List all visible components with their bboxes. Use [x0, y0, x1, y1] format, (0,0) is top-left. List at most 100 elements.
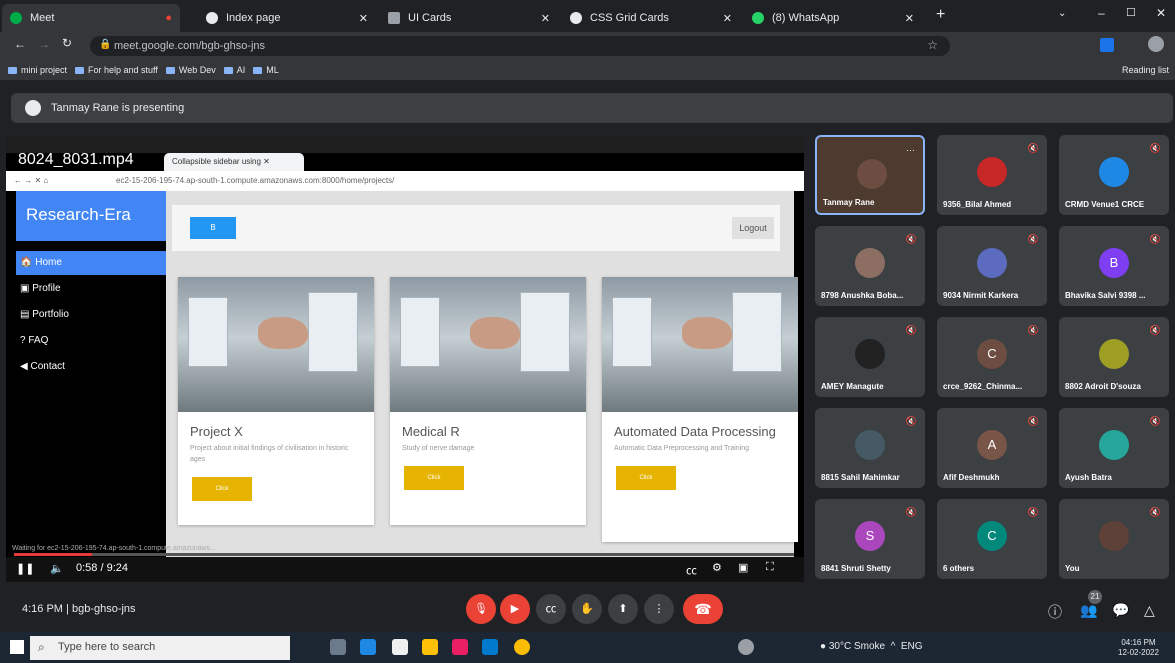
fullscreen-icon[interactable]: ⛶	[766, 561, 774, 574]
participant-tile[interactable]: S 🔇 8841 Shruti Shetty	[815, 499, 925, 579]
profile-avatar[interactable]	[1148, 36, 1164, 52]
meet-icon	[10, 12, 22, 24]
card-button[interactable]: Click	[616, 466, 676, 490]
avatar	[855, 430, 885, 460]
bookmark-ai[interactable]: AI	[223, 65, 245, 75]
participant-tile[interactable]: 🔇 8802 Adroit D'souza	[1059, 317, 1169, 397]
card-title: Project X	[190, 424, 243, 439]
nav-profile[interactable]: ▣ Profile	[16, 277, 166, 301]
tab-index-page[interactable]: Index page ✕	[198, 4, 376, 32]
minimize-button[interactable]: –	[1098, 6, 1105, 20]
captions-button[interactable]: ㏄	[536, 594, 566, 624]
taskbar-search[interactable]: ⌕ Type here to search	[30, 636, 290, 660]
captions-icon[interactable]: ㏄	[686, 562, 697, 578]
muted-mic-icon: 🔇	[1027, 416, 1039, 426]
muted-mic-icon: 🔇	[905, 416, 917, 426]
participant-tile[interactable]: B 🔇 Bhavika Salvi 9398 ...	[1059, 226, 1169, 306]
participant-tile[interactable]: 🔇 AMEY Managute	[815, 317, 925, 397]
nav-contact[interactable]: ◀ Contact	[16, 355, 166, 379]
present-button[interactable]: ⬆	[608, 594, 638, 624]
bookmark-mini-project[interactable]: mini project	[8, 65, 67, 75]
chat-icon[interactable]: 💬	[1112, 602, 1129, 619]
camera-off-button[interactable]: ▶	[500, 594, 530, 624]
extension-icon[interactable]	[1100, 38, 1114, 52]
vscode-icon[interactable]	[482, 639, 498, 655]
participant-tile[interactable]: 🔇 9034 Nirmit Karkera	[937, 226, 1047, 306]
nav-portfolio[interactable]: ▤ Portfolio	[16, 303, 166, 327]
participant-tile[interactable]: ⋯ Tanmay Rane	[815, 135, 925, 215]
participant-tile[interactable]: 🔇 Ayush Batra	[1059, 408, 1169, 488]
bookmark-web-dev[interactable]: Web Dev	[165, 65, 216, 75]
video-progress-played[interactable]	[14, 553, 92, 556]
project-card-1[interactable]: Project X Project about initial findings…	[178, 277, 374, 525]
app-icon[interactable]	[360, 639, 376, 655]
store-icon[interactable]	[392, 639, 408, 655]
activities-icon[interactable]: △	[1144, 602, 1155, 619]
card-button[interactable]: Click	[404, 466, 464, 490]
participant-tile[interactable]: C 🔇 crce_9262_Chinma...	[937, 317, 1047, 397]
info-icon[interactable]: ⓘ	[1048, 602, 1062, 622]
mic-off-button[interactable]: 🎙	[466, 594, 496, 624]
volume-icon[interactable]: 🔈	[50, 562, 64, 575]
close-icon[interactable]: ✕	[905, 12, 914, 25]
windows-start-icon[interactable]	[10, 640, 24, 654]
participant-tile[interactable]: 🔇 CRMD Venue1 CRCE	[1059, 135, 1169, 215]
folder-icon	[165, 66, 175, 74]
task-view-icon[interactable]	[330, 639, 346, 655]
globe-icon	[570, 12, 582, 24]
close-icon[interactable]: ✕	[359, 12, 368, 25]
app-icon[interactable]	[738, 639, 754, 655]
logout-button[interactable]: Logout	[732, 217, 774, 239]
chrome-icon[interactable]	[514, 639, 530, 655]
bookmark-help[interactable]: For help and stuff	[75, 65, 158, 75]
project-card-2[interactable]: Medical R Study of nerve damage Click	[390, 277, 586, 525]
new-tab-button[interactable]: +	[936, 6, 945, 24]
more-options-button[interactable]: ⋮	[644, 594, 674, 624]
card-title: Medical R	[402, 424, 460, 439]
tab-whatsapp[interactable]: (8) WhatsApp ✕	[744, 4, 922, 32]
end-call-button[interactable]: ☎	[683, 594, 723, 624]
tab-search-icon[interactable]: ⌄	[1058, 8, 1066, 19]
project-card-3[interactable]: Automated Data Processing Automatic Data…	[602, 277, 798, 542]
app-icon[interactable]	[452, 639, 468, 655]
close-window-button[interactable]: ✕	[1156, 6, 1166, 20]
participant-tile[interactable]: 🔇 8798 Anushka Boba...	[815, 226, 925, 306]
participant-tile[interactable]: 🔇 9356_Bilal Ahmed	[937, 135, 1047, 215]
participant-tile[interactable]: C 🔇 6 others	[937, 499, 1047, 579]
taskbar-clock[interactable]: 04:16 PM 12-02-2022	[1118, 638, 1159, 658]
participant-tile[interactable]: 🔇 8815 Sahil Mahimkar	[815, 408, 925, 488]
card-button[interactable]: Click	[192, 477, 252, 501]
close-icon[interactable]: ✕	[723, 12, 732, 25]
card-description: Study of nerve damage	[402, 445, 475, 452]
address-bar[interactable]: 🔒 meet.google.com/bgb-ghso-jns ☆	[90, 36, 950, 56]
video-progress-track[interactable]	[92, 553, 794, 556]
file-explorer-icon[interactable]	[422, 639, 438, 655]
presenting-banner: Tanmay Rane is presenting	[11, 93, 1173, 123]
tab-meet[interactable]: Meet ●	[2, 4, 180, 32]
reading-list[interactable]: Reading list	[1122, 65, 1169, 75]
participant-tile[interactable]: 🔇 You	[1059, 499, 1169, 579]
close-icon[interactable]: ✕	[541, 12, 550, 25]
raise-hand-button[interactable]: ✋	[572, 594, 602, 624]
meeting-info: 4:16 PM | bgb-ghso-jns	[22, 603, 136, 615]
participant-tile[interactable]: A 🔇 Afif Deshmukh	[937, 408, 1047, 488]
avatar	[1099, 339, 1129, 369]
miniplayer-icon[interactable]: ▣	[738, 561, 748, 574]
pause-icon[interactable]: ❚❚	[16, 562, 34, 575]
nav-faq[interactable]: ? FAQ	[16, 329, 166, 353]
system-tray: ● 30°C Smoke ^ ENG	[820, 641, 923, 652]
people-icon[interactable]: 👥	[1080, 602, 1097, 619]
maximize-button[interactable]: ☐	[1126, 6, 1136, 19]
forward-icon[interactable]: →	[38, 37, 50, 51]
tab-ui-cards[interactable]: UI Cards ✕	[380, 4, 558, 32]
nav-home[interactable]: 🏠 Home	[16, 251, 166, 275]
reload-icon[interactable]: ↻	[62, 36, 72, 50]
menu-toggle-button[interactable]: B	[190, 217, 236, 239]
tab-css-grid-cards[interactable]: CSS Grid Cards ✕	[562, 4, 740, 32]
bookmark-ml[interactable]: ML	[253, 65, 279, 75]
settings-icon[interactable]: ⚙	[712, 561, 722, 574]
star-icon[interactable]: ☆	[927, 38, 938, 52]
back-icon[interactable]: ←	[14, 37, 26, 51]
muted-mic-icon: 🔇	[905, 325, 917, 335]
card-image	[390, 277, 586, 412]
